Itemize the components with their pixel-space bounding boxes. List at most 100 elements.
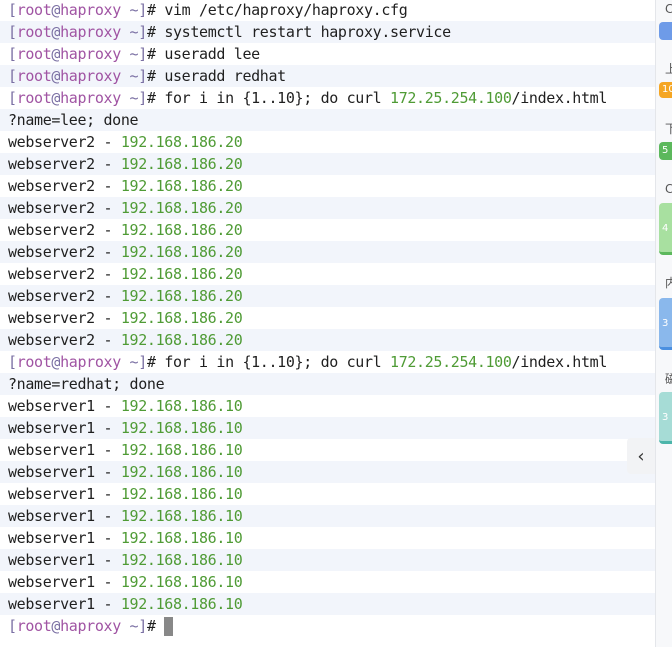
command-text: for i in {1..10}; do curl <box>164 353 391 371</box>
prompt-host: haproxy <box>60 23 121 41</box>
prompt-hash: # <box>146 353 165 371</box>
command-text: useradd redhat <box>164 67 286 85</box>
output-line: webserver2 - 192.168.186.20 <box>0 307 655 329</box>
output-ip: 192.168.186.20 <box>120 287 243 305</box>
prompt-cwd: ~ <box>120 617 139 635</box>
command-line: [root@haproxy ~]# for i in {1..10}; do c… <box>0 87 655 109</box>
prompt-user: root <box>16 23 52 41</box>
output-line: webserver1 - 192.168.186.10 <box>0 527 655 549</box>
collapse-panel-button[interactable]: ‹ <box>627 438 655 474</box>
output-ip: 192.168.186.10 <box>120 441 243 459</box>
output-separator: - <box>94 485 121 503</box>
prompt-bracket-close: ] <box>138 1 147 19</box>
output-server-name: webserver2 <box>8 221 95 239</box>
text-cursor <box>164 617 174 636</box>
prompt-bracket-open: [ <box>8 1 17 19</box>
output-separator: - <box>94 397 121 415</box>
prompt-user: root <box>16 67 52 85</box>
command-line: [root@haproxy ~]# useradd redhat <box>0 65 655 87</box>
output-server-name: webserver2 <box>8 155 95 173</box>
prompt-host: haproxy <box>60 617 121 635</box>
prompt-cwd: ~ <box>120 89 139 107</box>
prompt-user: root <box>16 89 52 107</box>
prompt-at: @ <box>51 23 61 41</box>
output-ip: 192.168.186.20 <box>120 309 243 327</box>
command-line: [root@haproxy ~]# vim /etc/haproxy/hapro… <box>0 0 655 21</box>
output-separator: - <box>94 331 121 349</box>
output-separator: - <box>94 551 121 569</box>
side-value-upload: 10 <box>659 82 672 98</box>
side-bar-blue <box>659 22 672 40</box>
output-ip: 192.168.186.20 <box>120 155 243 173</box>
output-server-name: webserver2 <box>8 133 95 151</box>
chevron-left-icon: ‹ <box>637 445 645 467</box>
output-line: webserver1 - 192.168.186.10 <box>0 461 655 483</box>
output-line: webserver2 - 192.168.186.20 <box>0 175 655 197</box>
output-ip: 192.168.186.10 <box>120 595 243 613</box>
output-line: webserver1 - 192.168.186.10 <box>0 505 655 527</box>
prompt-bracket-open: [ <box>8 353 17 371</box>
output-line: webserver2 - 192.168.186.20 <box>0 197 655 219</box>
output-line: webserver2 - 192.168.186.20 <box>0 241 655 263</box>
output-server-name: webserver2 <box>8 177 95 195</box>
terminal-output[interactable]: [root@haproxy ~]# vim /etc/haproxy/hapro… <box>0 0 655 647</box>
command-text: ?name=redhat; done <box>8 375 165 393</box>
output-server-name: webserver2 <box>8 309 95 327</box>
prompt-hash: # <box>146 617 165 635</box>
prompt-cwd: ~ <box>120 353 139 371</box>
command-line: [root@haproxy ~]# for i in {1..10}; do c… <box>0 351 655 373</box>
prompt-hash: # <box>146 67 165 85</box>
command-text: for i in {1..10}; do curl <box>164 89 391 107</box>
prompt-user: root <box>16 1 52 19</box>
prompt-host: haproxy <box>60 67 121 85</box>
output-ip: 192.168.186.10 <box>120 573 243 591</box>
output-line: webserver1 - 192.168.186.10 <box>0 439 655 461</box>
output-ip: 192.168.186.20 <box>120 199 243 217</box>
prompt-bracket-close: ] <box>138 353 147 371</box>
output-server-name: webserver1 <box>8 573 95 591</box>
output-separator: - <box>94 595 121 613</box>
command-continuation: ?name=redhat; done <box>0 373 655 395</box>
output-server-name: webserver1 <box>8 441 95 459</box>
side-label-memory: 内 <box>665 276 672 290</box>
output-separator: - <box>94 265 121 283</box>
output-ip: 192.168.186.10 <box>120 507 243 525</box>
prompt-bracket-open: [ <box>8 617 17 635</box>
output-line: webserver1 - 192.168.186.10 <box>0 571 655 593</box>
output-server-name: webserver2 <box>8 287 95 305</box>
output-ip: 192.168.186.10 <box>120 397 243 415</box>
output-server-name: webserver1 <box>8 397 95 415</box>
output-line: webserver1 - 192.168.186.10 <box>0 549 655 571</box>
active-prompt-line[interactable]: [root@haproxy ~]# <box>0 615 655 637</box>
output-separator: - <box>94 177 121 195</box>
side-value-disk: 3 <box>659 392 672 444</box>
prompt-bracket-open: [ <box>8 45 17 63</box>
output-line: webserver2 - 192.168.186.20 <box>0 285 655 307</box>
prompt-at: @ <box>51 45 61 63</box>
output-ip: 192.168.186.10 <box>120 529 243 547</box>
prompt-bracket-close: ] <box>138 89 147 107</box>
output-separator: - <box>94 507 121 525</box>
prompt-hash: # <box>146 89 165 107</box>
side-label-c2: C <box>665 182 672 196</box>
command-text: systemctl restart haproxy.service <box>164 23 451 41</box>
output-separator: - <box>94 199 121 217</box>
output-separator: - <box>94 287 121 305</box>
command-text: /index.html <box>511 89 608 107</box>
prompt-bracket-close: ] <box>138 23 147 41</box>
output-separator: - <box>94 221 121 239</box>
output-separator: - <box>94 529 121 547</box>
prompt-at: @ <box>51 617 61 635</box>
output-separator: - <box>94 419 121 437</box>
output-line: webserver2 - 192.168.186.20 <box>0 219 655 241</box>
command-ip: 172.25.254.100 <box>390 89 512 107</box>
prompt-bracket-close: ] <box>138 67 147 85</box>
prompt-hash: # <box>146 23 165 41</box>
command-text: useradd lee <box>164 45 260 63</box>
side-label-download: 下 <box>665 122 672 136</box>
output-line: webserver1 - 192.168.186.10 <box>0 593 655 615</box>
command-line: [root@haproxy ~]# systemctl restart hapr… <box>0 21 655 43</box>
output-ip: 192.168.186.20 <box>120 243 243 261</box>
command-text: /index.html <box>511 353 608 371</box>
output-line: webserver2 - 192.168.186.20 <box>0 153 655 175</box>
